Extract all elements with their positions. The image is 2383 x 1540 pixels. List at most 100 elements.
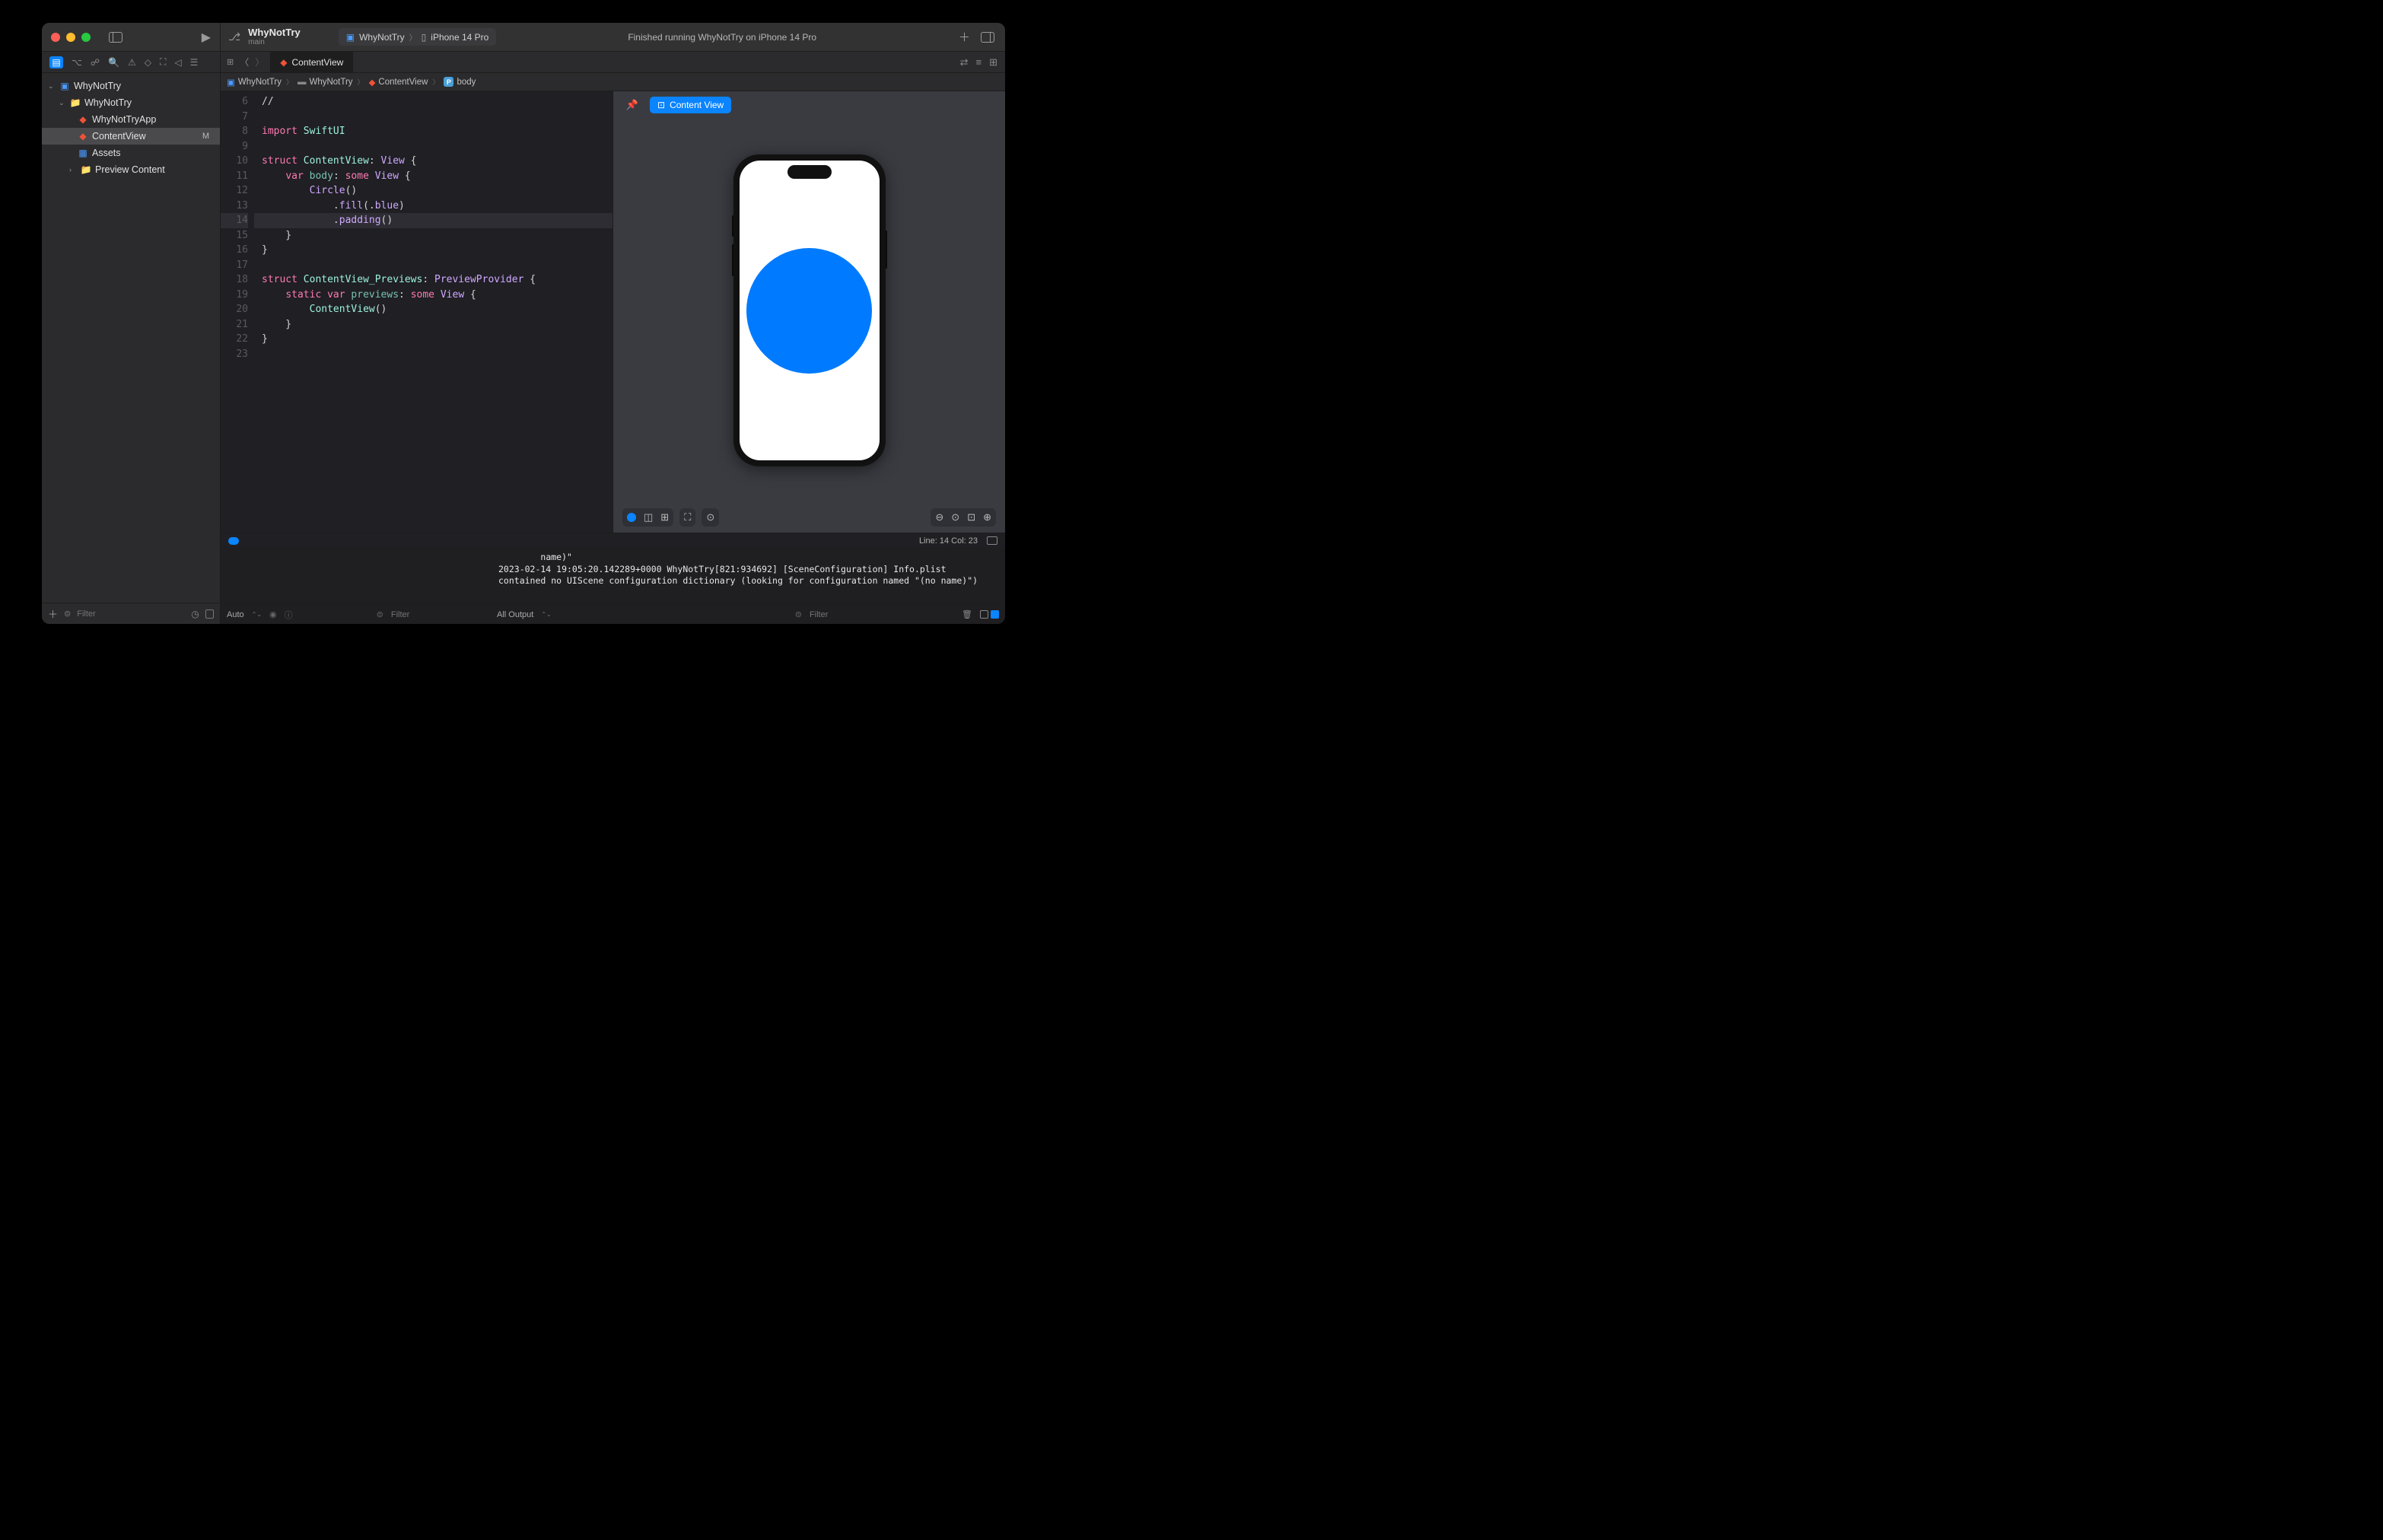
navigator-filter-bar: ＋ ⊜ ◷ [42, 603, 220, 624]
debug-navigator-icon[interactable]: ⛶ [160, 56, 166, 68]
chevron-right-icon: 〉 [358, 77, 364, 87]
phone-button-icon [886, 231, 887, 269]
issue-navigator-icon[interactable]: ⚠ [128, 57, 136, 68]
toggle-navigator-icon[interactable] [109, 32, 122, 43]
tab-bar: ⊞ 〈 〉 ◆ ContentView ⇄ ≡ ⊞ [221, 52, 1005, 73]
add-editor-icon[interactable]: ⊞ [989, 56, 997, 68]
scheme-selector[interactable]: ▣ WhyNotTry 〉 ▯ iPhone 14 Pro [339, 28, 497, 46]
tree-folder-preview[interactable]: › 📁 Preview Content [42, 161, 220, 178]
chevron-updown-icon: ⌃⌄ [541, 611, 551, 618]
zoom-out-button[interactable]: ⊖ [935, 511, 943, 523]
maximize-button[interactable] [81, 33, 91, 42]
code-content[interactable]: //import SwiftUIstruct ContentView: View… [254, 91, 612, 533]
navigator-selector: ▤ ⌥ ☍ 🔍 ⚠ ◇ ⛶ ◁ ☰ [42, 52, 220, 73]
test-navigator-icon[interactable]: ◇ [145, 57, 151, 68]
main-body: ▤ ⌥ ☍ 🔍 ⚠ ◇ ⛶ ◁ ☰ ⌄ ▣ WhyNotTry ⌄ 📁 [42, 52, 1005, 624]
tab-bar-right: ⇄ ≡ ⊞ [953, 52, 1005, 72]
canvas-settings-button[interactable]: ⊙ [706, 511, 714, 523]
navigator: ▤ ⌥ ☍ 🔍 ⚠ ◇ ⛶ ◁ ☰ ⌄ ▣ WhyNotTry ⌄ 📁 [42, 52, 221, 624]
add-file-button[interactable]: ＋ [48, 606, 58, 621]
branch-icon[interactable]: ⎇ [228, 30, 240, 43]
window-controls [51, 33, 91, 42]
close-button[interactable] [51, 33, 60, 42]
folder-icon: 📁 [69, 97, 81, 108]
device-screen [740, 161, 880, 460]
console-output[interactable]: name)" 2023-02-14 19:05:20.142289+0000 W… [491, 549, 1005, 604]
recent-files-icon[interactable]: ◷ [191, 609, 199, 619]
breakpoint-toggle-icon[interactable] [228, 537, 239, 545]
swift-file-icon: ◆ [280, 57, 287, 68]
filter-scope-icon[interactable]: ⊜ [64, 609, 71, 619]
line-gutter: 67891011121314151617181920212223 [221, 91, 254, 533]
project-title[interactable]: WhyNotTry main [248, 27, 301, 46]
add-button[interactable]: ＋ [959, 29, 970, 45]
zoom-in-button[interactable]: ⊕ [983, 511, 991, 523]
clear-console-button[interactable]: 🗑 [962, 609, 972, 619]
scm-filter-icon[interactable] [205, 609, 214, 619]
device-settings-button[interactable]: ⛶ [684, 511, 691, 523]
tree-label: WhyNotTry [74, 81, 121, 91]
variables-body[interactable] [221, 549, 490, 604]
info-icon[interactable]: ⓘ [285, 609, 293, 621]
symbol-navigator-icon[interactable]: ☍ [91, 57, 100, 68]
swift-file-icon: ◆ [77, 131, 89, 142]
zoom-actual-button[interactable]: ⊡ [967, 511, 975, 523]
branch-name: main [248, 38, 301, 46]
navigator-filter-input[interactable] [77, 609, 185, 619]
source-control-navigator-icon[interactable]: ⌥ [72, 57, 82, 68]
project-tree: ⌄ ▣ WhyNotTry ⌄ 📁 WhyNotTry ◆ WhyNotTryA… [42, 73, 220, 603]
pin-preview-button[interactable]: 📌 [622, 95, 642, 115]
toggle-inspector-icon[interactable] [981, 32, 994, 43]
tree-file-assets[interactable]: ▦ Assets [42, 145, 220, 161]
source-control-status-badge: M [202, 132, 214, 141]
back-button[interactable]: 〈 [240, 56, 249, 68]
report-navigator-icon[interactable]: ☰ [190, 57, 199, 68]
related-items-icon[interactable]: ⊞ [227, 57, 234, 67]
tree-file-app[interactable]: ◆ WhyNotTryApp [42, 111, 220, 128]
dynamic-island-icon [787, 165, 832, 179]
disclosure-triangle-icon[interactable]: ⌄ [59, 99, 66, 107]
jumpbar-item[interactable]: body [457, 78, 476, 87]
jumpbar-item[interactable]: WhyNotTry [309, 78, 352, 87]
preview-settings-group: ⊙ [702, 508, 719, 527]
jumpbar-item[interactable]: WhyNotTry [238, 78, 282, 87]
filter-icon: ⊜ [795, 609, 802, 619]
tree-project-root[interactable]: ⌄ ▣ WhyNotTry [42, 78, 220, 94]
selectable-preview-button[interactable]: ◫ [644, 511, 653, 523]
minimap-toggle-icon[interactable] [987, 536, 997, 545]
editor-status-bar: Line: 14 Col: 23 [221, 533, 1005, 548]
tab-contentview[interactable]: ◆ ContentView [270, 52, 353, 72]
xcode-project-icon: ▣ [227, 77, 235, 88]
jump-bar[interactable]: ▣WhyNotTry 〉 ▬WhyNotTry 〉 ◆ContentView 〉… [221, 73, 1005, 91]
preview-canvas[interactable] [613, 119, 1005, 502]
quicklook-icon[interactable]: ◉ [269, 609, 277, 619]
swift-file-icon: ◆ [77, 114, 89, 125]
toggle-variables-pane[interactable] [980, 610, 988, 619]
toggle-console-pane[interactable] [991, 610, 999, 619]
jumpbar-item[interactable]: ContentView [378, 78, 428, 87]
forward-button[interactable]: 〉 [255, 56, 264, 68]
preview-header: 📌 ⊡ Content View [613, 91, 1005, 119]
disclosure-triangle-icon[interactable]: ⌄ [48, 82, 56, 91]
zoom-fit-button[interactable]: ⊙ [951, 511, 959, 523]
variables-scope[interactable]: Auto [227, 610, 244, 619]
output-scope[interactable]: All Output [497, 610, 533, 619]
tree-group[interactable]: ⌄ 📁 WhyNotTry [42, 94, 220, 111]
console-filter-input[interactable] [810, 610, 954, 619]
breakpoint-navigator-icon[interactable]: ◁ [174, 57, 181, 68]
variants-button[interactable]: ⊞ [660, 511, 669, 523]
tree-file-contentview[interactable]: ◆ ContentView M [42, 128, 220, 145]
rendered-circle [746, 248, 872, 374]
adjust-editor-icon[interactable]: ≡ [976, 56, 982, 68]
disclosure-triangle-icon[interactable]: › [69, 166, 77, 173]
run-button[interactable]: ▶ [202, 30, 211, 45]
live-preview-button[interactable] [627, 513, 636, 522]
find-navigator-icon[interactable]: 🔍 [108, 57, 119, 68]
project-navigator-icon[interactable]: ▤ [49, 56, 63, 68]
review-changes-icon[interactable]: ⇄ [960, 56, 969, 68]
code-editor[interactable]: 67891011121314151617181920212223 //impor… [221, 91, 612, 533]
variables-filter-input[interactable] [391, 610, 499, 619]
preview-selector[interactable]: ⊡ Content View [650, 97, 731, 113]
minimize-button[interactable] [66, 33, 75, 42]
folder-icon: 📁 [80, 164, 92, 175]
